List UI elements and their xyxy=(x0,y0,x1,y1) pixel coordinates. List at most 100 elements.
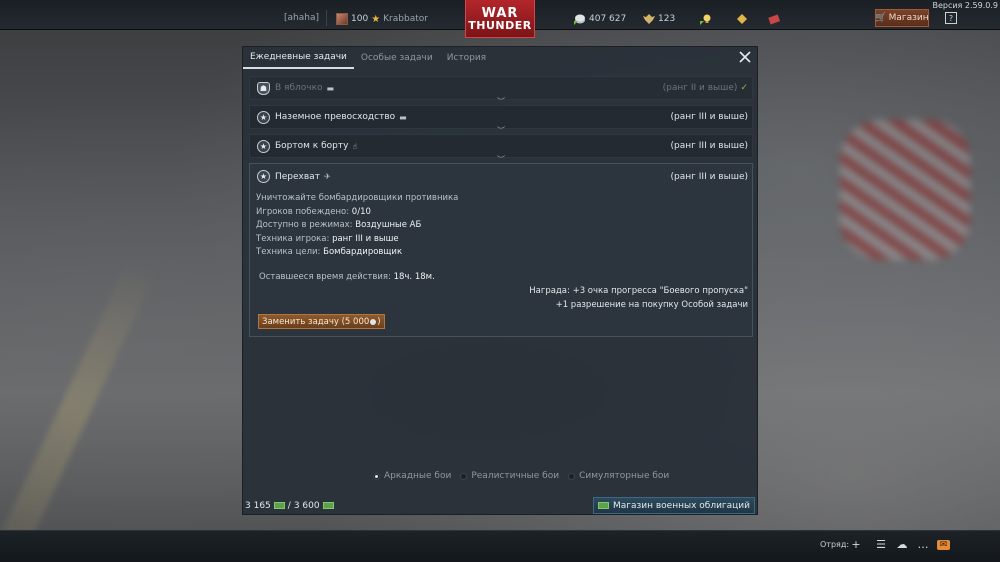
hand-icon: ☝ xyxy=(352,141,358,151)
plane-icon: ✈ xyxy=(323,172,331,181)
time-remaining: Оставшееся время действия: 18ч. 18м. xyxy=(259,272,435,282)
mail-icon[interactable]: ✉ xyxy=(937,540,950,550)
reward-info: Награда: +3 очка прогресса "Боевого проп… xyxy=(529,285,748,312)
silver-lions-icon xyxy=(370,318,377,325)
lightbulb-icon xyxy=(700,14,711,25)
task-name: Перехват xyxy=(275,171,320,182)
war-bond-icon xyxy=(273,502,285,509)
task-row[interactable]: ☗ В яблочко ▬ (ранг II и выше) ✓ ︶ xyxy=(249,76,753,106)
mode-arcade[interactable]: Аркадные бои xyxy=(373,471,451,481)
detail-available-modes: Доступно в режимах: Воздушные АБ xyxy=(256,220,422,231)
replace-task-label: Заменить задачу (5 000 xyxy=(262,316,370,327)
tab-special-tasks[interactable]: Особые задачи xyxy=(354,47,440,69)
shield-icon: ☗ xyxy=(257,81,270,95)
war-bond-icon xyxy=(597,502,609,509)
game-logo[interactable]: WAR THUNDER xyxy=(465,0,535,38)
checkmark-icon: ✓ xyxy=(740,83,748,93)
task-rank: (ранг III и выше) xyxy=(670,141,748,151)
golden-eagles-balance[interactable]: 123 xyxy=(643,13,675,25)
bonds-bar: 3 165 / 3 600 Магазин военных облигаций xyxy=(243,497,757,514)
player-name: Krabbator xyxy=(383,14,428,24)
coupon-icon xyxy=(768,14,780,25)
mode-label: Реалистичные бои xyxy=(471,471,560,481)
silver-lions-balance[interactable]: 407 627 xyxy=(574,13,626,25)
avatar xyxy=(336,13,348,25)
squad-label: Отряд: xyxy=(820,540,850,549)
replace-task-closing-paren: ) xyxy=(377,316,381,327)
task-description: Уничтожайте бомбардировщики противника xyxy=(256,193,459,203)
mode-label: Симуляторные бои xyxy=(579,471,670,481)
task-rank-wrap: (ранг II и выше) ✓ xyxy=(663,83,748,93)
shop-button[interactable]: 🛒 Магазин xyxy=(875,9,929,27)
task-name-wrap: В яблочко ▬ xyxy=(275,83,334,93)
logo-line-1: WAR xyxy=(481,5,519,21)
tab-history[interactable]: История xyxy=(440,47,493,69)
list-icon[interactable]: ☰ xyxy=(874,538,888,552)
star-icon: ★ xyxy=(371,13,381,25)
tank-icon: ▬ xyxy=(326,83,335,93)
detail-players-defeated: Игроков побеждено: 0/10 xyxy=(256,206,371,217)
mode-realistic[interactable]: Реалистичные бои xyxy=(460,471,559,481)
player-level: 100 xyxy=(351,14,369,24)
background-curb xyxy=(840,120,970,260)
bonds-separator: / xyxy=(287,500,291,511)
logo-line-2: THUNDER xyxy=(468,18,532,32)
task-list: ☗ В яблочко ▬ (ранг II и выше) ✓ ︶ ★ Назе… xyxy=(249,76,753,337)
task-name: В яблочко xyxy=(275,83,323,93)
background-road-stripe xyxy=(0,258,157,562)
task-row[interactable]: ★ Бортом к борту ☝ (ранг III и выше) ︶ xyxy=(249,134,753,164)
hints-button[interactable] xyxy=(700,13,712,25)
war-bond-icon xyxy=(322,502,334,509)
task-name-wrap: Наземное превосходство ▬ xyxy=(275,112,407,122)
gift-button[interactable] xyxy=(768,13,780,25)
expanded-task[interactable]: ★ Перехват ✈ (ранг III и выше) Уничтожай… xyxy=(249,163,753,337)
tank-icon: ▬ xyxy=(399,112,407,122)
bonds-max: 3 600 xyxy=(293,500,320,511)
divider xyxy=(326,10,327,26)
replace-task-button[interactable]: Заменить задачу (5 000 ) xyxy=(258,314,385,329)
bonds-current: 3 165 xyxy=(245,500,271,511)
reward-line: +1 разрешение на покупку Особой задачи xyxy=(555,299,748,310)
game-mode-selector: Аркадные бои Реалистичные бои Симуляторн… xyxy=(373,471,669,481)
radio-icon xyxy=(373,472,380,480)
close-icon xyxy=(739,51,751,63)
tab-bar: Ежедневные задачи Особые задачи История xyxy=(243,47,757,69)
add-squad-member-icon[interactable]: + xyxy=(849,538,863,552)
war-bonds-shop-label: Магазин военных облигаций xyxy=(612,500,750,511)
top-bar: Версия 2.59.0.9 [ahaha] 100 ★ Krabbator … xyxy=(0,0,1000,38)
task-details: Уничтожайте бомбардировщики противника И… xyxy=(256,192,458,260)
squadron-tag-text: [ahaha] xyxy=(284,13,319,23)
task-row[interactable]: ★ Наземное превосходство ▬ (ранг III и в… xyxy=(249,105,753,135)
silver-lions-icon xyxy=(574,14,585,25)
chevron-down-icon[interactable]: ︶ xyxy=(497,154,505,165)
chevron-down-icon[interactable]: ︶ xyxy=(497,125,505,136)
help-button[interactable]: ? xyxy=(945,12,957,24)
diamond-icon xyxy=(737,14,747,24)
star-icon: ★ xyxy=(257,139,270,153)
player-profile[interactable]: 100 ★ Krabbator xyxy=(336,13,428,25)
radio-icon xyxy=(460,472,468,480)
golden-eagles-value: 123 xyxy=(658,14,676,24)
task-name-wrap: Перехват ✈ xyxy=(275,172,331,182)
radio-icon xyxy=(568,472,576,480)
contacts-icon[interactable]: ☁ xyxy=(895,538,909,552)
task-rank: (ранг III и выше) xyxy=(670,112,748,122)
cart-icon: 🛒 xyxy=(875,13,887,23)
expanded-task-header: ★ Перехват ✈ xyxy=(257,170,331,183)
task-name: Наземное превосходство xyxy=(275,112,396,122)
chat-icon[interactable]: … xyxy=(916,538,930,552)
chevron-down-icon[interactable]: ︶ xyxy=(497,96,505,107)
detail-target-vehicle: Техника цели: Бомбардировщик xyxy=(256,247,403,258)
help-label: ? xyxy=(948,13,954,23)
mode-simulator[interactable]: Симуляторные бои xyxy=(568,471,669,481)
task-rank: (ранг II и выше) xyxy=(662,83,738,93)
premium-button[interactable] xyxy=(736,13,748,25)
battle-tasks-window: Ежедневные задачи Особые задачи История … xyxy=(242,46,758,515)
task-name: Бортом к борту xyxy=(275,141,349,151)
close-button[interactable] xyxy=(737,50,753,66)
tab-daily-tasks[interactable]: Ежедневные задачи xyxy=(243,47,354,69)
war-bonds-shop-button[interactable]: Магазин военных облигаций xyxy=(592,497,755,514)
reward-line: Награда: +3 очка прогресса "Боевого проп… xyxy=(529,286,748,296)
squadron-tag[interactable]: [ahaha] xyxy=(284,13,319,23)
task-rank: (ранг III и выше) xyxy=(670,172,748,182)
